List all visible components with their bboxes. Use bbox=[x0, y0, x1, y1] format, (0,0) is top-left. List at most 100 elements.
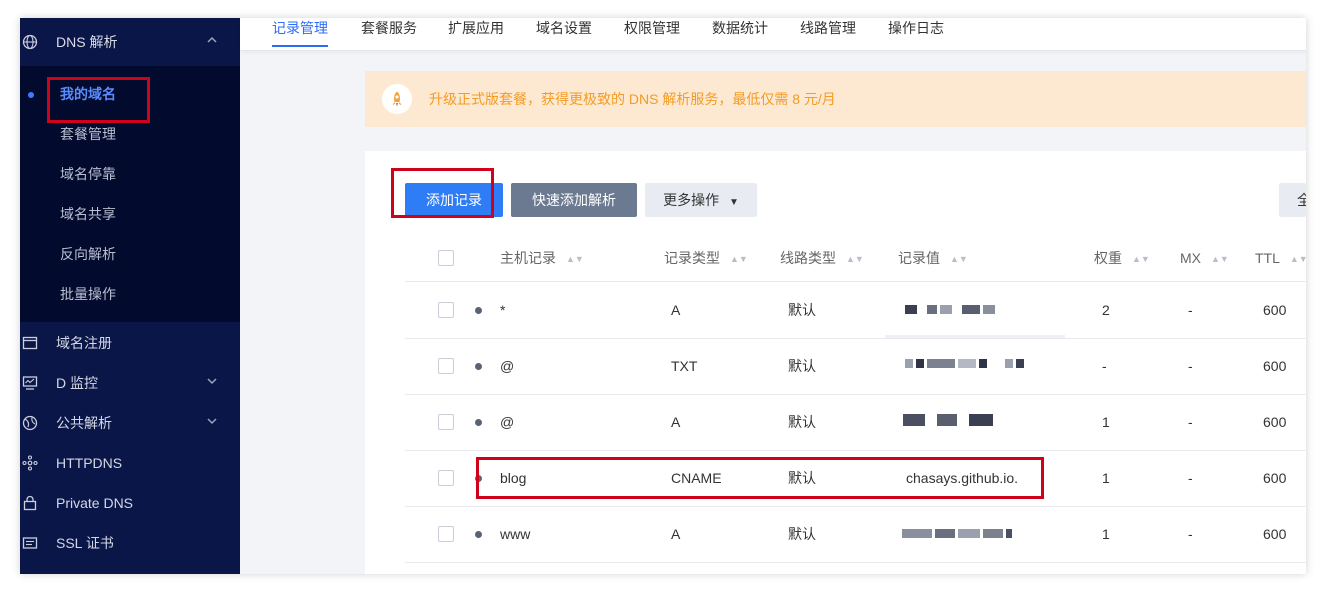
table-row[interactable]: @ TXT 默认 - - 600 bbox=[405, 338, 1306, 395]
sidebar-item-label: 公共解析 bbox=[56, 415, 112, 431]
row-checkbox[interactable] bbox=[438, 526, 454, 542]
upgrade-notice-text[interactable]: 升级正式版套餐，获得更极致的 DNS 解析服务，最低仅需 8 元/月 bbox=[429, 71, 836, 127]
quick-add-button[interactable]: 快速添加解析 bbox=[511, 183, 637, 217]
sidebar-group-label: DNS 解析 bbox=[56, 34, 118, 50]
line-cell: 默认 bbox=[788, 414, 816, 430]
column-weight[interactable]: 权重 ▲▼ bbox=[1094, 235, 1150, 281]
chevron-down-icon bbox=[206, 363, 218, 403]
sidebar-item-label: Private DNS bbox=[56, 495, 134, 511]
tab-plan-service[interactable]: 套餐服务 bbox=[361, 18, 417, 48]
sidebar-item-d-monitor[interactable]: D 监控 bbox=[20, 363, 240, 403]
tab-record-management[interactable]: 记录管理 bbox=[272, 18, 328, 48]
tab-line-management[interactable]: 线路管理 bbox=[800, 18, 856, 48]
status-dot bbox=[475, 531, 482, 538]
type-cell: A bbox=[671, 526, 681, 542]
sort-icon: ▲▼ bbox=[730, 254, 748, 265]
sidebar-item-reverse-dns[interactable]: 反向解析 bbox=[60, 234, 116, 274]
column-host[interactable]: 主机记录 ▲▼ bbox=[500, 235, 584, 281]
upgrade-notice: 升级正式版套餐，获得更极致的 DNS 解析服务，最低仅需 8 元/月 bbox=[365, 71, 1306, 127]
line-cell: 默认 bbox=[788, 526, 816, 542]
active-indicator bbox=[28, 92, 34, 98]
ttl-cell: 600 bbox=[1263, 358, 1287, 374]
more-actions-button[interactable]: 更多操作 ▼ bbox=[645, 183, 757, 217]
redacted-value bbox=[902, 528, 1012, 539]
table-row[interactable]: blog CNAME 默认 chasays.github.io. 1 - 600 bbox=[405, 450, 1306, 507]
type-cell: CNAME bbox=[671, 470, 722, 486]
sidebar-item-private-dns[interactable]: Private DNS bbox=[20, 483, 240, 523]
sidebar-item-public-dns[interactable]: 公共解析 bbox=[20, 403, 240, 443]
redacted-value bbox=[903, 413, 993, 427]
caret-down-icon: ▼ bbox=[728, 197, 739, 208]
host-cell: blog bbox=[500, 470, 527, 486]
redacted-value bbox=[905, 304, 995, 315]
sidebar-item-plan-management[interactable]: 套餐管理 bbox=[60, 114, 116, 154]
type-cell: A bbox=[671, 302, 681, 318]
window-icon bbox=[22, 335, 38, 351]
table-row[interactable]: www A 默认 1 - 600 bbox=[405, 506, 1306, 563]
line-cell: 默认 bbox=[788, 302, 816, 318]
row-checkbox[interactable] bbox=[438, 414, 454, 430]
monitor-icon bbox=[22, 375, 38, 391]
sidebar-item-ssl-certificate[interactable]: SSL 证书 bbox=[20, 523, 240, 563]
sidebar-item-my-domains[interactable]: 我的域名 bbox=[60, 74, 116, 114]
redacted-value bbox=[905, 358, 1024, 369]
sort-icon: ▲▼ bbox=[1132, 254, 1150, 265]
sidebar-item-domain-registration[interactable]: 域名注册 bbox=[20, 323, 240, 363]
sidebar-item-batch-operations[interactable]: 批量操作 bbox=[60, 274, 116, 314]
sidebar-group-dns[interactable]: DNS 解析 bbox=[20, 18, 240, 66]
ttl-cell: 600 bbox=[1263, 414, 1287, 430]
line-cell: 默认 bbox=[788, 470, 816, 486]
tab-domain-settings[interactable]: 域名设置 bbox=[536, 18, 592, 48]
tab-extensions[interactable]: 扩展应用 bbox=[448, 18, 504, 48]
weight-cell: - bbox=[1102, 358, 1107, 374]
more-actions-label: 更多操作 bbox=[663, 192, 720, 208]
sort-icon: ▲▼ bbox=[1211, 254, 1229, 265]
status-dot bbox=[475, 307, 482, 314]
edge-button[interactable]: 全 bbox=[1279, 183, 1306, 217]
mx-cell: - bbox=[1188, 414, 1193, 430]
status-dot bbox=[475, 363, 482, 370]
table-row[interactable]: * A 默认 2 - 600 bbox=[405, 282, 1306, 339]
tab-operation-log[interactable]: 操作日志 bbox=[888, 18, 944, 48]
weight-cell: 1 bbox=[1102, 414, 1110, 430]
row-checkbox[interactable] bbox=[438, 302, 454, 318]
host-cell: @ bbox=[500, 358, 515, 374]
sort-icon: ▲▼ bbox=[566, 254, 584, 265]
add-record-button[interactable]: 添加记录 bbox=[405, 183, 503, 217]
type-cell: TXT bbox=[671, 358, 698, 374]
sidebar-item-label: D 监控 bbox=[56, 375, 98, 391]
table-header: 主机记录 ▲▼ 记录类型 ▲▼ 线路类型 ▲▼ 记录值 ▲▼ 权重 ▲▼ MX ▲▼ TTL… bbox=[405, 235, 1306, 282]
sidebar-item-label: HTTPDNS bbox=[56, 455, 123, 471]
sidebar-item-domain-parking[interactable]: 域名停靠 bbox=[60, 154, 116, 194]
mx-cell: - bbox=[1188, 302, 1193, 318]
column-type[interactable]: 记录类型 ▲▼ bbox=[664, 235, 748, 281]
row-checkbox[interactable] bbox=[438, 470, 454, 486]
records-card: 添加记录 快速添加解析 更多操作 ▼ 全 主机记录 ▲▼ 记录类型 ▲▼ 线路类型 ▲… bbox=[365, 151, 1306, 574]
host-cell: * bbox=[500, 302, 506, 318]
globe-icon bbox=[22, 415, 38, 431]
column-line[interactable]: 线路类型 ▲▼ bbox=[780, 235, 864, 281]
row-checkbox[interactable] bbox=[438, 358, 454, 374]
sidebar-item-label: 域名注册 bbox=[56, 335, 112, 351]
column-value[interactable]: 记录值 ▲▼ bbox=[898, 235, 968, 281]
tab-statistics[interactable]: 数据统计 bbox=[712, 18, 768, 48]
ttl-cell: 600 bbox=[1263, 470, 1287, 486]
tab-permissions[interactable]: 权限管理 bbox=[624, 18, 680, 48]
select-all-checkbox[interactable] bbox=[438, 250, 454, 266]
sort-icon: ▲▼ bbox=[1289, 254, 1306, 265]
lock-icon bbox=[22, 495, 38, 511]
weight-cell: 1 bbox=[1102, 470, 1110, 486]
certificate-icon bbox=[22, 535, 38, 551]
sort-icon: ▲▼ bbox=[950, 254, 968, 265]
sidebar: DNS 解析 我的域名 套餐管理 域名停靠 域名共享 反向解析 批量操作 域名注… bbox=[20, 18, 240, 574]
sidebar-item-httpdns[interactable]: HTTPDNS bbox=[20, 443, 240, 483]
table-row[interactable]: @ A 默认 1 - 600 bbox=[405, 394, 1306, 451]
globe-icon bbox=[22, 34, 38, 50]
sidebar-item-label: SSL 证书 bbox=[56, 535, 114, 551]
top-tab-bar: 记录管理 套餐服务 扩展应用 域名设置 权限管理 数据统计 线路管理 操作日志 bbox=[240, 18, 1306, 51]
sidebar-subnav: 我的域名 套餐管理 域名停靠 域名共享 反向解析 批量操作 bbox=[20, 66, 240, 322]
column-ttl[interactable]: TTL ▲▼ bbox=[1255, 235, 1306, 281]
sidebar-item-domain-sharing[interactable]: 域名共享 bbox=[60, 194, 116, 234]
mx-cell: - bbox=[1188, 358, 1193, 374]
column-mx[interactable]: MX ▲▼ bbox=[1180, 235, 1229, 281]
